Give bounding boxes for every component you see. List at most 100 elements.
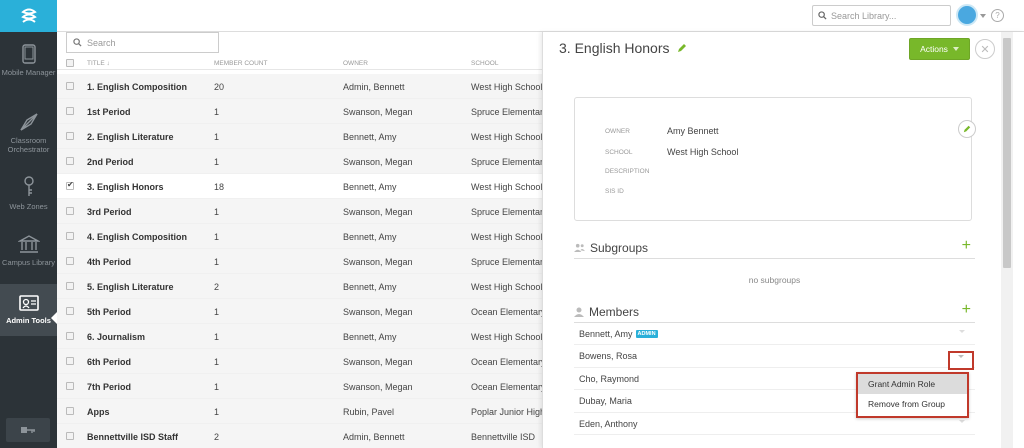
- table-row[interactable]: 1. English Composition 20 Admin, Bennett We…: [57, 74, 542, 99]
- row-title: 3. English Honors: [87, 182, 164, 192]
- row-school: West High School: [471, 282, 542, 292]
- table-row[interactable]: 3rd Period 1 Swanson, Megan Spruce Elementa…: [57, 199, 542, 224]
- member-name: Cho, Raymond: [579, 373, 640, 384]
- row-checkbox[interactable]: [66, 82, 74, 90]
- actions-button[interactable]: Actions: [909, 38, 970, 60]
- subgroups-icon: [574, 243, 585, 252]
- row-school: West High School: [471, 182, 542, 192]
- row-checkbox[interactable]: [66, 282, 74, 290]
- description-label: DESCRIPTION: [605, 168, 650, 175]
- row-school: Ocean Elementary: [471, 307, 542, 317]
- row-checkbox[interactable]: [66, 357, 74, 365]
- table-row[interactable]: 5. English Literature 2 Bennett, Amy West H…: [57, 274, 542, 299]
- row-school: West High School: [471, 232, 542, 242]
- row-member-count: 20: [214, 82, 225, 92]
- row-checkbox[interactable]: [66, 157, 74, 165]
- member-row[interactable]: Bowens, Rosa: [574, 346, 975, 368]
- table-row[interactable]: 6th Period 1 Swanson, Megan Ocean Elementar…: [57, 349, 542, 374]
- row-school: West High School: [471, 132, 542, 142]
- nav-item-mobile-manager[interactable]: Mobile Manager: [0, 32, 57, 102]
- row-school: Ocean Elementary: [471, 382, 542, 392]
- table-row[interactable]: Apps 1 Rubin, Pavel Poplar Junior High: [57, 399, 542, 424]
- select-all-checkbox[interactable]: [66, 59, 74, 67]
- column-header-title[interactable]: TITLE ↓: [87, 60, 110, 67]
- row-member-count: 1: [214, 157, 220, 167]
- members-title: Members: [589, 304, 640, 319]
- row-checkbox[interactable]: [66, 180, 74, 190]
- table-row[interactable]: 4th Period 1 Swanson, Megan Spruce Elementa…: [57, 249, 542, 274]
- chevron-down-icon[interactable]: [959, 420, 965, 423]
- table-search-input[interactable]: [87, 37, 207, 48]
- group-title: 3. English Honors: [559, 40, 670, 56]
- groups-table-area: TITLE ↓ MEMBER COUNT OWNER SCHOOL 1. Eng…: [57, 32, 542, 448]
- subgroups-title: Subgroups: [590, 240, 649, 255]
- library-search[interactable]: [812, 5, 951, 26]
- row-title: 1st Period: [87, 107, 131, 117]
- row-school: Spruce Elementary: [471, 207, 542, 217]
- row-checkbox[interactable]: [66, 382, 74, 390]
- library-search-input[interactable]: [831, 10, 941, 21]
- row-member-count: 1: [214, 232, 220, 242]
- chevron-down-icon: [952, 47, 959, 51]
- row-school: Poplar Junior High: [471, 407, 542, 417]
- table-row[interactable]: 2. English Literature 1 Bennett, Amy West H…: [57, 124, 542, 149]
- table-row[interactable]: 3. English Honors 18 Bennett, Amy West High…: [57, 174, 542, 199]
- admin-tools-icon: [18, 295, 39, 311]
- row-title: Bennettville ISD Staff: [87, 432, 179, 442]
- web-zones-icon: [23, 176, 34, 196]
- table-header: TITLE ↓ MEMBER COUNT OWNER SCHOOL: [57, 57, 542, 70]
- member-menu-toggle[interactable]: [948, 351, 974, 370]
- row-school: West High School: [471, 82, 542, 92]
- row-title: 5. English Literature: [87, 282, 174, 292]
- column-header-school[interactable]: SCHOOL: [471, 60, 498, 67]
- table-row[interactable]: Bennettville ISD Staff 2 Admin, Bennett Ben…: [57, 424, 542, 448]
- nav-item-campus-library[interactable]: Campus Library: [0, 220, 57, 284]
- nav-item-classroom-orchestrator[interactable]: Classroom Orchestrator: [0, 102, 57, 162]
- row-owner: Bennett, Amy: [343, 132, 397, 142]
- column-header-owner[interactable]: OWNER: [343, 60, 368, 67]
- row-checkbox[interactable]: [66, 207, 74, 215]
- table-search[interactable]: [66, 32, 219, 53]
- nav-item-admin-tools[interactable]: Admin Tools: [0, 284, 57, 336]
- add-subgroup-button[interactable]: +: [962, 237, 971, 255]
- tablet-icon: [21, 44, 36, 64]
- app-logo[interactable]: [0, 0, 57, 32]
- table-row[interactable]: 5th Period 1 Swanson, Megan Ocean Elementar…: [57, 299, 542, 324]
- grant-admin-role-menu-item[interactable]: Grant Admin Role: [858, 374, 967, 394]
- table-row[interactable]: 4. English Composition 1 Bennett, Amy West …: [57, 224, 542, 249]
- chevron-down-icon[interactable]: [980, 14, 986, 18]
- remove-from-group-menu-item[interactable]: Remove from Group: [858, 394, 967, 414]
- row-title: 3rd Period: [87, 207, 132, 217]
- help-icon[interactable]: ?: [991, 9, 1004, 22]
- table-row[interactable]: 7th Period 1 Swanson, Megan Ocean Elementar…: [57, 374, 542, 399]
- edit-info-button[interactable]: [958, 120, 976, 138]
- row-checkbox[interactable]: [66, 432, 74, 440]
- nav-item-web-zones[interactable]: Web Zones: [0, 162, 57, 220]
- row-member-count: 2: [214, 282, 220, 292]
- members-section-header: Members +: [574, 301, 975, 323]
- user-avatar[interactable]: [956, 4, 978, 26]
- row-checkbox[interactable]: [66, 307, 74, 315]
- add-member-button[interactable]: +: [962, 301, 971, 319]
- column-header-member-count[interactable]: MEMBER COUNT: [214, 60, 267, 67]
- nav-item-label: Campus Library: [2, 258, 55, 267]
- row-member-count: 1: [214, 407, 220, 417]
- row-member-count: 1: [214, 132, 220, 142]
- table-row[interactable]: 1st Period 1 Swanson, Megan Spruce Elementa…: [57, 99, 542, 124]
- table-row[interactable]: 6. Journalism 1 Bennett, Amy West High Scho…: [57, 324, 542, 349]
- close-button[interactable]: ✕: [975, 39, 995, 59]
- row-checkbox[interactable]: [66, 407, 74, 415]
- row-member-count: 2: [214, 432, 220, 442]
- table-row[interactable]: 2nd Period 1 Swanson, Megan Spruce Elementa…: [57, 149, 542, 174]
- member-row[interactable]: Bennett, Amy ADMIN: [574, 323, 975, 345]
- row-checkbox[interactable]: [66, 107, 74, 115]
- row-checkbox[interactable]: [66, 257, 74, 265]
- row-member-count: 18: [214, 182, 225, 192]
- row-checkbox[interactable]: [66, 132, 74, 140]
- chevron-down-icon[interactable]: [959, 330, 965, 333]
- row-checkbox[interactable]: [66, 332, 74, 340]
- pencil-icon[interactable]: [677, 43, 687, 53]
- panel-scrollbar[interactable]: [1003, 38, 1011, 268]
- logout-button[interactable]: [6, 418, 50, 442]
- row-checkbox[interactable]: [66, 232, 74, 240]
